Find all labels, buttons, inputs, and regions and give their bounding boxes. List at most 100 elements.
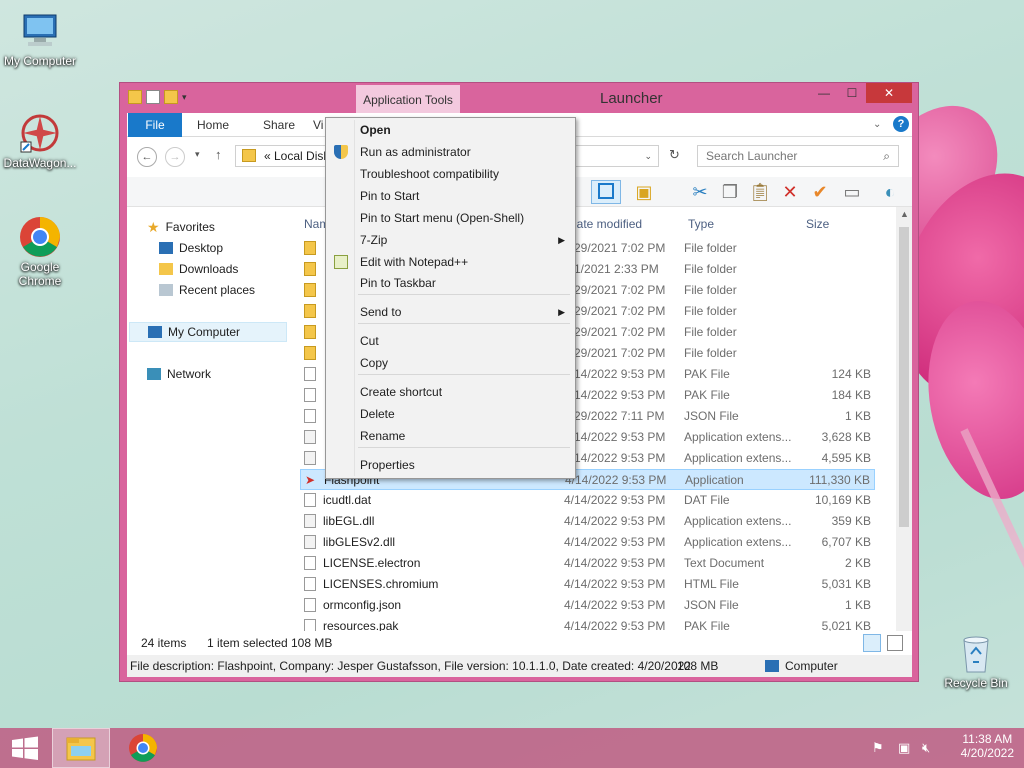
delete-icon[interactable]: ✕ (777, 180, 803, 204)
clock-time: 11:38 AM (962, 732, 1013, 746)
volume-muted-icon[interactable]: 🔇︎ (922, 740, 930, 756)
menu-item-pin-to-taskbar[interactable]: Pin to Taskbar (328, 272, 573, 294)
file-row[interactable]: libEGL.dll 4/14/2022 9:53 PM Application e… (300, 511, 875, 532)
details-size: 108 MB (677, 659, 719, 673)
new-folder-icon[interactable] (164, 90, 178, 104)
file-icon (304, 388, 316, 402)
refresh-icon[interactable]: ↻ (669, 147, 680, 163)
menu-separator (358, 374, 570, 375)
menu-item-cut[interactable]: Cut (328, 330, 573, 352)
nav-recent-places[interactable]: Recent places (159, 280, 255, 300)
file-name: icudtl.dat (323, 493, 372, 507)
menu-item-label: Copy (360, 356, 389, 370)
column-header-date[interactable]: Date modified (568, 217, 642, 231)
forward-button[interactable]: → (165, 147, 185, 167)
network-icon (147, 368, 161, 380)
chevron-down-icon[interactable]: ⌄ (644, 146, 652, 166)
menu-item-label: Open (360, 123, 391, 137)
menu-item-open[interactable]: Open (328, 119, 573, 141)
column-header-type[interactable]: Type (688, 217, 714, 231)
large-icons-view-icon[interactable] (887, 635, 903, 651)
title-bar[interactable]: ▾ Application Tools Launcher — ☐ ✕ (120, 83, 918, 115)
menu-item-label: 7-Zip (360, 233, 388, 247)
menu-item-run-as-administrator[interactable]: Run as administrator (328, 141, 573, 163)
tab-file[interactable]: File (128, 113, 182, 137)
desktop-icon-datawagon[interactable]: DataWagon... (0, 112, 80, 170)
file-type: HTML File (684, 577, 739, 591)
submenu-arrow-icon: ▶ (558, 307, 565, 317)
taskbar-file-explorer[interactable] (52, 728, 110, 768)
nav-favorites[interactable]: ★ Favorites (147, 217, 215, 237)
file-row[interactable]: libGLESv2.dll 4/14/2022 9:53 PM Applicatio… (300, 532, 875, 553)
folder-options-icon[interactable]: ▣ (631, 180, 657, 204)
menu-item-troubleshoot-compatibility[interactable]: Troubleshoot compatibility (328, 163, 573, 185)
folder-icon (242, 149, 256, 162)
checkmark-icon[interactable]: ✔ (807, 180, 833, 204)
file-type: Text Document (684, 556, 765, 570)
copy-icon[interactable]: ❐ (717, 180, 743, 204)
chrome-icon (19, 216, 61, 258)
help-icon[interactable]: ? (893, 116, 909, 132)
network-icon[interactable]: ▣ (898, 740, 910, 756)
desktop-icon-recycle-bin[interactable]: Recycle Bin (936, 632, 1016, 690)
file-date: 4/14/2022 9:53 PM (564, 598, 666, 612)
paste-icon[interactable]: 📋︎ (747, 180, 773, 204)
file-row[interactable]: LICENSES.chromium 4/14/2022 9:53 PM HTML F… (300, 574, 875, 595)
file-type: Application extens... (684, 430, 792, 444)
cut-icon[interactable]: ✂ (687, 180, 713, 204)
maximize-button[interactable]: ☐ (838, 83, 866, 103)
recent-locations-icon[interactable]: ▾ (195, 149, 200, 160)
menu-item-create-shortcut[interactable]: Create shortcut (328, 381, 573, 403)
back-button[interactable]: ← (137, 147, 157, 167)
file-type: Application extens... (684, 535, 792, 549)
nav-desktop[interactable]: Desktop (159, 238, 223, 258)
taskbar-chrome[interactable] (114, 728, 172, 768)
search-input[interactable]: Search Launcher ⌕ (697, 145, 899, 167)
menu-item-pin-to-start-menu-open-shell[interactable]: Pin to Start menu (Open-Shell) (328, 207, 573, 229)
close-button[interactable]: ✕ (866, 83, 912, 103)
menu-item-rename[interactable]: Rename (328, 425, 573, 447)
start-button[interactable] (0, 728, 58, 768)
up-button[interactable]: ↑ (215, 147, 222, 162)
column-header-size[interactable]: Size (806, 217, 829, 231)
menu-item-7-zip[interactable]: 7-Zip ▶ (328, 229, 573, 251)
nav-downloads[interactable]: Downloads (159, 259, 238, 279)
scrollbar-thumb[interactable] (899, 227, 909, 527)
chevron-down-icon[interactable]: ▾ (182, 92, 187, 103)
menu-item-send-to[interactable]: Send to ▶ (328, 301, 573, 323)
menu-item-edit-with-notepad[interactable]: Edit with Notepad++ (328, 251, 573, 273)
desktop-icon-label: My Computer (3, 54, 77, 68)
desktop-icon-my-computer[interactable]: My Computer (0, 10, 80, 68)
globe-icon[interactable]: ◐ (877, 180, 903, 204)
file-row[interactable]: icudtl.dat 4/14/2022 9:53 PM DAT File 10,16… (300, 490, 875, 511)
menu-item-properties[interactable]: Properties (328, 454, 573, 476)
tab-view[interactable]: Vi (313, 113, 323, 137)
folder-icon[interactable] (128, 90, 142, 104)
rename-icon[interactable]: ▭ (839, 180, 865, 204)
file-size: 6,707 KB (821, 535, 871, 549)
folder-icon (304, 283, 316, 297)
action-center-icon[interactable]: ⚑ (872, 740, 884, 756)
details-view-icon[interactable] (863, 634, 881, 652)
menu-item-pin-to-start[interactable]: Pin to Start (328, 185, 573, 207)
nav-my-computer[interactable]: My Computer (129, 322, 287, 342)
menu-item-delete[interactable]: Delete (328, 403, 573, 425)
minimize-button[interactable]: — (810, 83, 838, 103)
layout-icon[interactable] (591, 180, 621, 204)
vertical-scrollbar[interactable]: ▲ ▼ (896, 207, 912, 655)
tab-home[interactable]: Home (197, 113, 229, 137)
scroll-up-icon[interactable]: ▲ (900, 209, 909, 219)
nav-network[interactable]: Network (147, 364, 211, 384)
file-row[interactable]: LICENSE.electron 4/14/2022 9:53 PM Text Do… (300, 553, 875, 574)
menu-item-copy[interactable]: Copy (328, 352, 573, 374)
properties-icon[interactable] (146, 90, 160, 104)
tab-application-tools[interactable]: Application Tools (356, 85, 460, 115)
desktop-icon-google-chrome[interactable]: Google Chrome (0, 216, 80, 288)
expand-ribbon-icon[interactable]: ⌄ (873, 113, 881, 137)
menu-item-label: Send to (360, 305, 402, 319)
file-row[interactable]: ormconfig.json 4/14/2022 9:53 PM JSON File… (300, 595, 875, 616)
tab-share[interactable]: Share (263, 113, 295, 137)
menu-item-label: Run as administrator (360, 145, 471, 159)
clock[interactable]: 11:38 AM 4/20/2022 (961, 732, 1014, 760)
address-path: « Local Disk (264, 149, 330, 163)
